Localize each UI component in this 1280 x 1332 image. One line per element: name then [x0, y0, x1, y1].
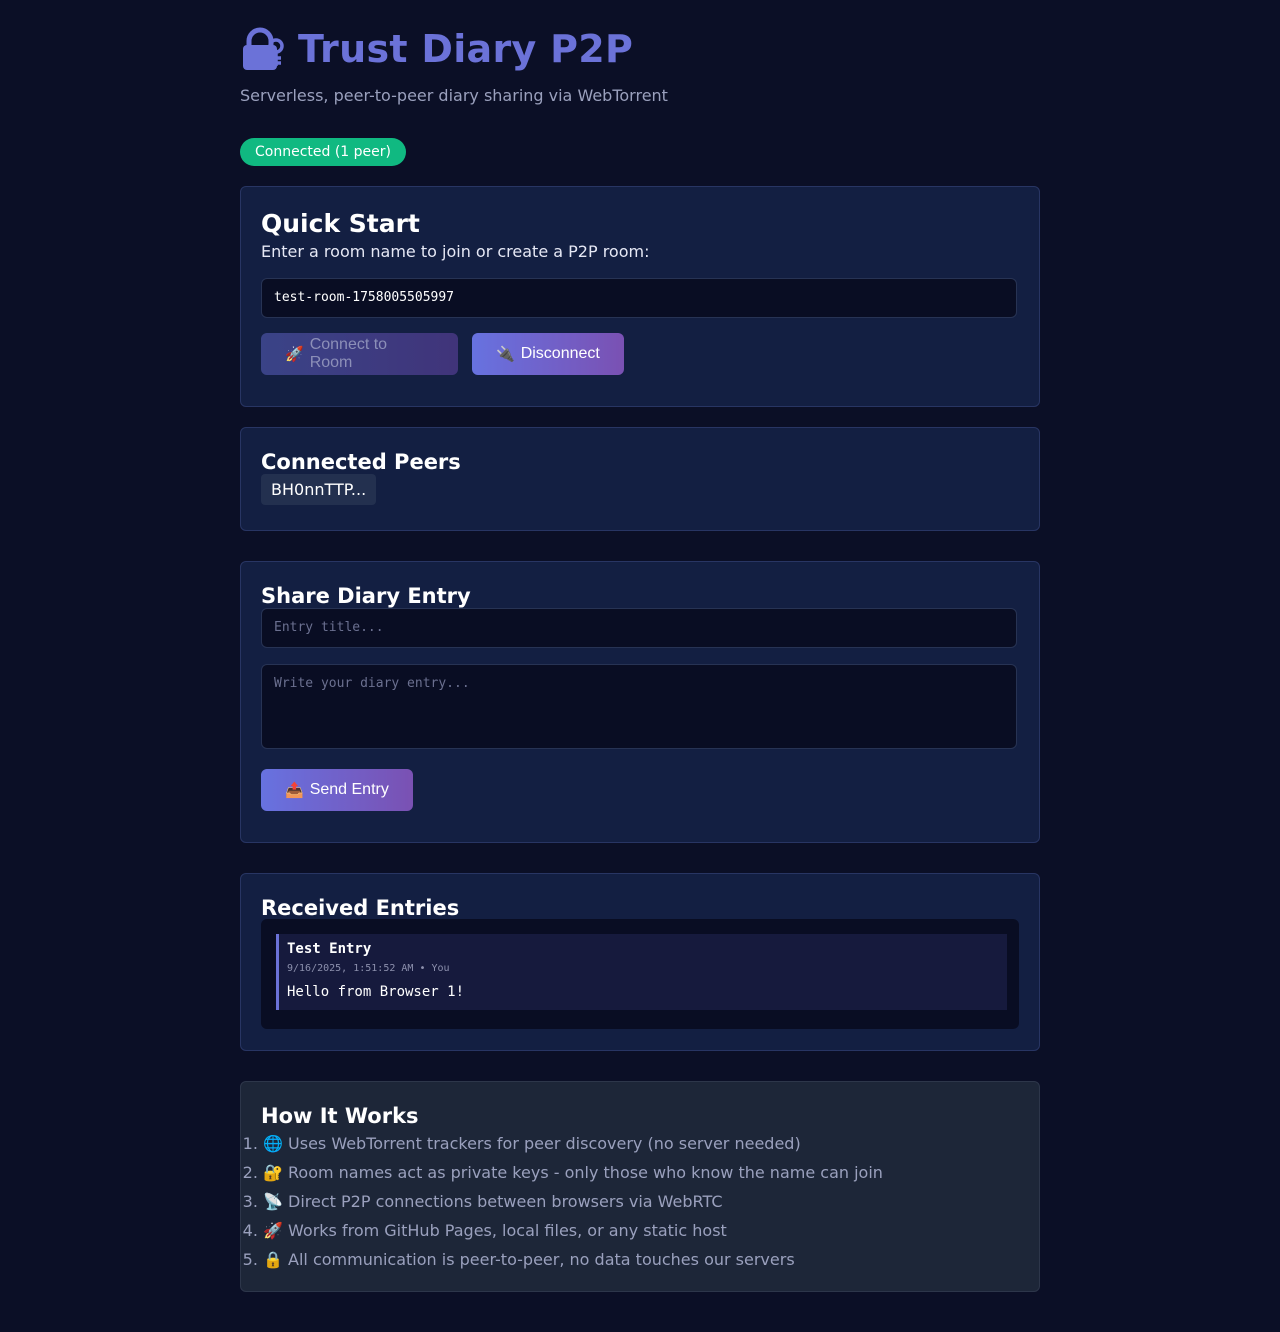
received-entries-heading: Received Entries — [261, 896, 460, 920]
connect-room-label: Connect to Room — [309, 336, 388, 371]
room-prompt: Enter a room name to join or create a P2… — [261, 242, 650, 261]
connect-room-button[interactable]: 🚀 Connect to Room — [261, 333, 458, 375]
step-item: 📡 Direct P2P connections between browser… — [263, 1187, 883, 1216]
step-item: 🌐 Uses WebTorrent trackers for peer disc… — [263, 1129, 883, 1158]
satellite-antenna-icon: 📡 — [263, 1192, 283, 1211]
entry-body-textarea[interactable]: Write your diary entry... — [261, 664, 1017, 749]
quick-start-card: Quick Start Enter a room name to join or… — [240, 186, 1040, 407]
received-entries-card: Received Entries Test Entry 9/16/2025, 1… — [240, 873, 1040, 1051]
peer-chip: BH0nnTTP... — [261, 474, 377, 505]
how-it-works-list: 🌐 Uses WebTorrent trackers for peer disc… — [241, 1129, 883, 1274]
globe-icon: 🌐 — [263, 1134, 283, 1153]
entry-title-input[interactable]: Entry title... — [261, 608, 1017, 648]
step-item: 🔐 Room names act as private keys - only … — [263, 1158, 883, 1187]
lock-key-icon: 🔐 — [263, 1163, 283, 1182]
outbox-tray-icon: 📤 — [285, 782, 304, 799]
room-name-input[interactable]: test-room-1758005505997 — [261, 278, 1017, 318]
step-text: Works from GitHub Pages, local files, or… — [288, 1221, 727, 1240]
page-header: Trust Diary P2P — [240, 24, 633, 74]
connected-peers-card: Connected Peers BH0nnTTP... — [240, 427, 1040, 531]
disconnect-button[interactable]: 🔌 Disconnect — [472, 333, 624, 375]
disconnect-label: Disconnect — [520, 345, 600, 362]
entry-meta: 9/16/2025, 1:51:52 AM • You — [287, 963, 450, 974]
rocket-icon: 🚀 — [263, 1221, 283, 1240]
entry-title: Test Entry — [287, 941, 372, 957]
step-item: 🔒 All communication is peer-to-peer, no … — [263, 1245, 883, 1274]
status-badge: Connected (1 peer) — [240, 138, 406, 166]
share-entry-heading: Share Diary Entry — [261, 584, 471, 608]
lock-icon: 🔒 — [263, 1250, 283, 1269]
send-entry-label: Send Entry — [309, 781, 389, 798]
how-it-works-heading: How It Works — [261, 1104, 419, 1128]
entry-item: Test Entry 9/16/2025, 1:51:52 AM • You H… — [276, 934, 1007, 1010]
step-text: Room names act as private keys - only th… — [288, 1163, 883, 1182]
page-subtitle: Serverless, peer-to-peer diary sharing v… — [240, 86, 668, 105]
step-text: Uses WebTorrent trackers for peer discov… — [288, 1134, 801, 1153]
step-text: All communication is peer-to-peer, no da… — [288, 1250, 795, 1269]
send-entry-button[interactable]: 📤 Send Entry — [261, 769, 413, 811]
lock-key-icon — [243, 27, 284, 70]
quick-start-heading: Quick Start — [261, 209, 420, 238]
how-it-works-card: How It Works 🌐 Uses WebTorrent trackers … — [240, 1081, 1040, 1292]
page-title: Trust Diary P2P — [298, 27, 634, 71]
entries-list: Test Entry 9/16/2025, 1:51:52 AM • You H… — [261, 919, 1019, 1029]
rocket-icon: 🚀 — [285, 346, 304, 363]
step-item: 🚀 Works from GitHub Pages, local files, … — [263, 1216, 883, 1245]
plug-icon: 🔌 — [496, 346, 515, 363]
connected-peers-heading: Connected Peers — [261, 450, 461, 474]
share-entry-card: Share Diary Entry Entry title... Write y… — [240, 561, 1040, 843]
step-text: Direct P2P connections between browsers … — [288, 1192, 723, 1211]
entry-body: Hello from Browser 1! — [287, 984, 465, 1000]
